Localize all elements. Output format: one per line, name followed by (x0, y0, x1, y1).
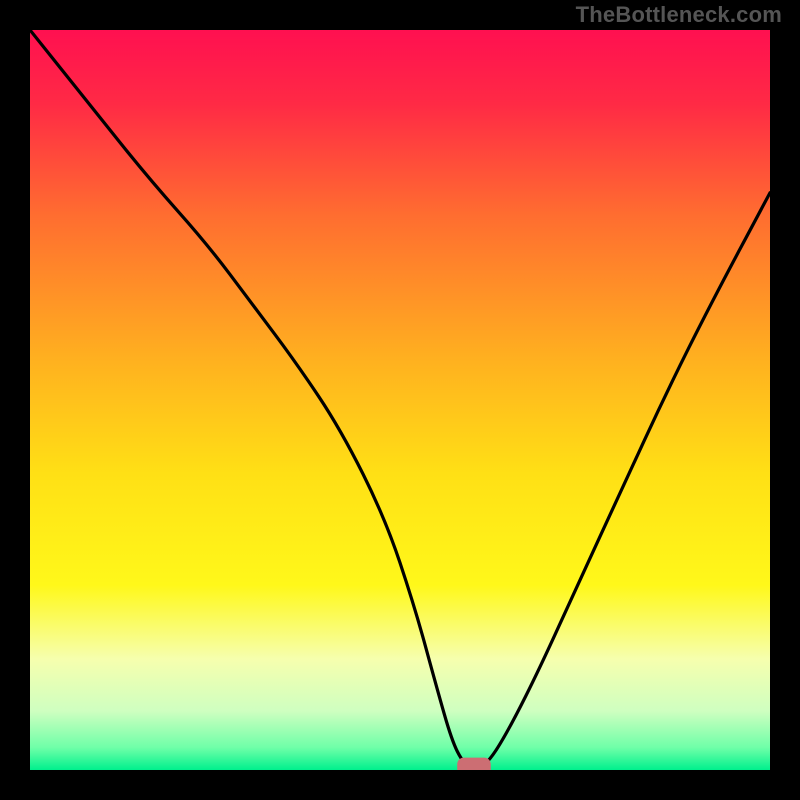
gradient-background (30, 30, 770, 770)
plot-area (30, 30, 770, 770)
minimum-marker (458, 758, 491, 770)
chart-frame: TheBottleneck.com (0, 0, 800, 800)
watermark-text: TheBottleneck.com (576, 2, 782, 28)
plot-svg (30, 30, 770, 770)
